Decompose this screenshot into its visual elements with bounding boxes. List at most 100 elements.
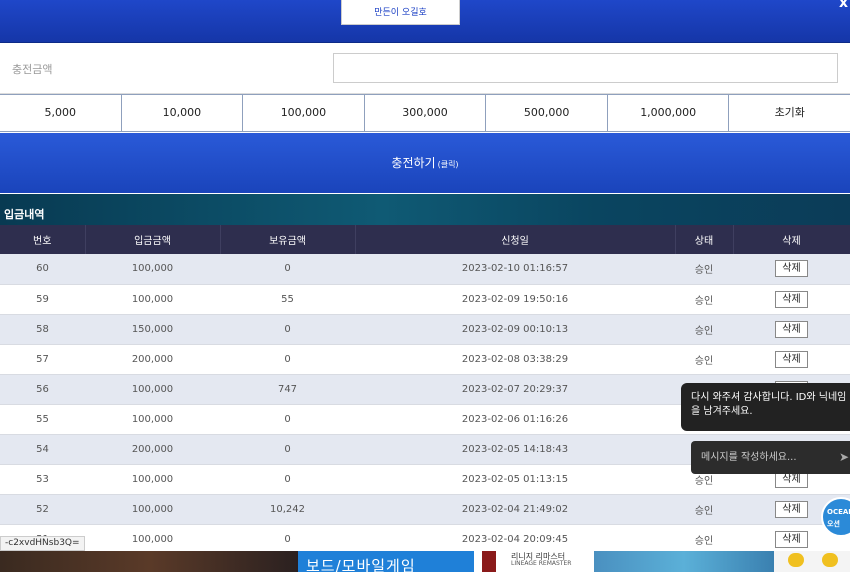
cell-date: 2023-02-07 20:29:37 <box>355 374 675 405</box>
charge-submit-button[interactable]: 충전하기 (클릭) <box>0 133 850 193</box>
game-banner-1[interactable] <box>0 551 300 572</box>
cell-date: 2023-02-05 01:13:15 <box>355 464 675 495</box>
send-icon[interactable]: ➤ <box>839 441 849 474</box>
amount-100000-button[interactable]: 100,000 <box>243 95 365 131</box>
banner-strip: 보드/모바일게임 리니지 리마스터 LINEAGE REMASTER <box>0 551 850 572</box>
cell-balance: 55 <box>220 284 355 315</box>
duck-icon <box>822 553 838 567</box>
cell-amount: 100,000 <box>85 524 220 555</box>
delete-button[interactable]: 삭제 <box>775 500 808 518</box>
delete-button[interactable]: 삭제 <box>775 260 808 278</box>
cell-date: 2023-02-04 21:49:02 <box>355 494 675 525</box>
column-header-delete: 삭제 <box>733 225 850 254</box>
cell-amount: 100,000 <box>85 404 220 435</box>
cell-balance: 0 <box>220 314 355 345</box>
cell-amount: 200,000 <box>85 434 220 465</box>
amount-10000-button[interactable]: 10,000 <box>122 95 244 131</box>
cell-status: 승인 <box>675 344 733 375</box>
delete-button[interactable]: 삭제 <box>775 530 808 548</box>
cell-balance: 0 <box>220 404 355 435</box>
cell-delete: 삭제 <box>733 284 850 315</box>
cell-balance: 0 <box>220 344 355 375</box>
top-header: 만든이 오길호 I x <box>0 0 850 43</box>
cell-date: 2023-02-09 19:50:16 <box>355 284 675 315</box>
deposit-history-title: 입금내역 <box>4 208 45 221</box>
cell-date: 2023-02-05 14:18:43 <box>355 434 675 465</box>
cell-status: 승인 <box>675 254 733 285</box>
cell-date: 2023-02-04 20:09:45 <box>355 524 675 555</box>
close-icon[interactable]: x <box>839 0 848 11</box>
game-banner-5[interactable] <box>774 551 850 572</box>
cell-no: 56 <box>0 374 85 405</box>
game-banner-4[interactable] <box>594 551 774 572</box>
board-game-banner[interactable]: 보드/모바일게임 <box>298 551 474 572</box>
cell-date: 2023-02-06 01:16:26 <box>355 404 675 435</box>
amount-300000-button[interactable]: 300,000 <box>365 95 487 131</box>
status-url-tooltip: -c2xvdHNsb3Q= <box>0 536 85 551</box>
charge-amount-label: 충전금액 <box>12 63 53 76</box>
cell-balance: 0 <box>220 434 355 465</box>
column-header-no: 번호 <box>0 225 86 254</box>
amount-buttons: 5,000 10,000 100,000 300,000 500,000 1,0… <box>0 94 850 132</box>
column-header-amount: 입금금액 <box>85 225 221 254</box>
cell-date: 2023-02-08 03:38:29 <box>355 344 675 375</box>
amount-1000000-button[interactable]: 1,000,000 <box>608 95 730 131</box>
cell-no: 60 <box>0 254 85 285</box>
cell-no: 58 <box>0 314 85 345</box>
cell-delete: 삭제 <box>733 254 850 285</box>
cell-balance: 0 <box>220 524 355 555</box>
cell-status: 승인 <box>675 524 733 555</box>
amount-5000-button[interactable]: 5,000 <box>0 95 122 131</box>
table-row: 52 100,000 10,242 2023-02-04 21:49:02 승인… <box>0 494 850 525</box>
cell-date: 2023-02-09 00:10:13 <box>355 314 675 345</box>
lineage-logo-icon <box>482 551 496 572</box>
table-row: 51 100,000 0 2023-02-04 20:09:45 승인 삭제 <box>0 524 850 555</box>
cell-balance: 0 <box>220 464 355 495</box>
cell-no: 57 <box>0 344 85 375</box>
table-row: 57 200,000 0 2023-02-08 03:38:29 승인 삭제 <box>0 344 850 375</box>
cell-status: 승인 <box>675 284 733 315</box>
amount-500000-button[interactable]: 500,000 <box>486 95 608 131</box>
cell-no: 53 <box>0 464 85 495</box>
cell-no: 55 <box>0 404 85 435</box>
cell-amount: 100,000 <box>85 374 220 405</box>
cell-amount: 100,000 <box>85 254 220 285</box>
author-popup-tab[interactable]: 만든이 오길호 <box>341 0 460 25</box>
cell-delete: 삭제 <box>733 344 850 375</box>
cell-amount: 100,000 <box>85 494 220 525</box>
chat-message-input[interactable]: 메시지를 작성하세요... ➤ <box>691 441 850 474</box>
charge-button-label: 충전하기 <box>391 156 436 170</box>
delete-button[interactable]: 삭제 <box>775 320 808 338</box>
cell-balance: 747 <box>220 374 355 405</box>
cell-status: 승인 <box>675 314 733 345</box>
delete-button[interactable]: 삭제 <box>775 290 808 308</box>
table-row: 60 100,000 0 2023-02-10 01:16:57 승인 삭제 <box>0 254 850 285</box>
charge-amount-row: 충전금액 <box>0 44 850 94</box>
table-row: 58 150,000 0 2023-02-09 00:10:13 승인 삭제 <box>0 314 850 345</box>
table-header-row: 번호 입금금액 보유금액 신청일 상태 삭제 <box>0 225 850 254</box>
cell-no: 59 <box>0 284 85 315</box>
cell-status: 승인 <box>675 494 733 525</box>
duck-icon <box>788 553 804 567</box>
popup-tab-extra: I <box>455 5 458 15</box>
cell-amount: 100,000 <box>85 464 220 495</box>
lineage-subtitle: LINEAGE REMASTER <box>511 560 572 567</box>
reset-button[interactable]: 초기화 <box>729 95 850 131</box>
cell-amount: 100,000 <box>85 284 220 315</box>
cell-balance: 0 <box>220 254 355 285</box>
cell-delete: 삭제 <box>733 314 850 345</box>
cell-amount: 200,000 <box>85 344 220 375</box>
column-header-date: 신청일 <box>355 225 676 254</box>
delete-button[interactable]: 삭제 <box>775 350 808 368</box>
cell-date: 2023-02-10 01:16:57 <box>355 254 675 285</box>
lineage-banner[interactable]: 리니지 리마스터 LINEAGE REMASTER <box>474 551 594 572</box>
badge-line-1: OCEAN <box>827 508 850 516</box>
chat-message-bubble: 다시 와주셔 감사합니다. ID와 닉네임을 남겨주세요. <box>681 383 850 431</box>
charge-button-hint: (클릭) <box>437 160 459 169</box>
charge-amount-input[interactable] <box>333 53 838 83</box>
column-header-balance: 보유금액 <box>220 225 356 254</box>
badge-line-2: 오션 <box>827 520 840 528</box>
cell-balance: 10,242 <box>220 494 355 525</box>
cell-amount: 150,000 <box>85 314 220 345</box>
table-row: 59 100,000 55 2023-02-09 19:50:16 승인 삭제 <box>0 284 850 315</box>
